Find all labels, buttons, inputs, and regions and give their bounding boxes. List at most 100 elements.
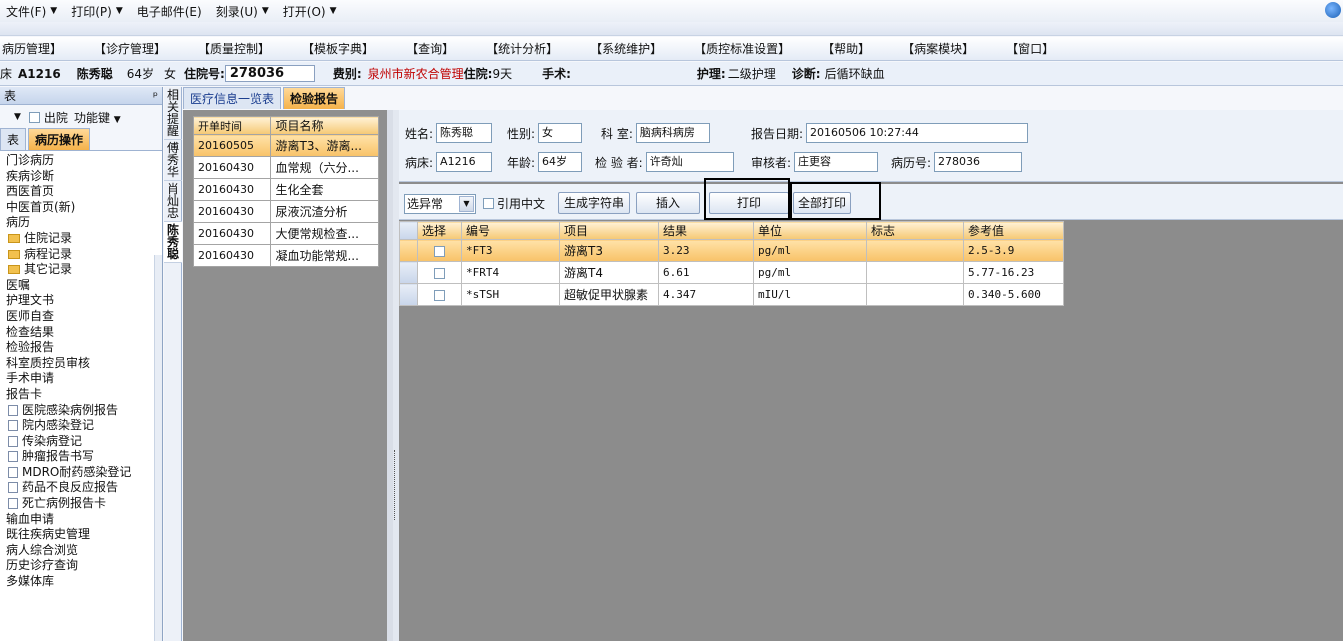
sex-field[interactable]: 女 [538,123,583,143]
menu-burn[interactable]: 刻录(U) ▼ [216,3,269,20]
tree-item[interactable]: 检查结果 [0,325,162,341]
system-menu-item[interactable]: 【系统维护】 [574,40,678,57]
system-menu-item[interactable]: 【统计分析】 [470,40,574,57]
column-header-order-time[interactable]: 开单时间 [192,116,272,135]
insert-button[interactable]: 插入 [636,192,700,214]
reviewer-field[interactable]: 庄更容 [794,152,879,172]
tree-item[interactable]: 报告卡 [0,387,162,403]
dropdown-arrow-icon[interactable]: ▼ [459,196,474,212]
tree-item[interactable]: 其它记录 [0,262,162,278]
tree-item[interactable]: 死亡病例报告卡 [0,496,162,512]
tree-item[interactable]: 输血申请 [0,512,162,528]
table-row[interactable]: 20160505 游离T3、游离... [192,134,379,157]
tree-item[interactable]: 传染病登记 [0,434,162,450]
tree-item[interactable]: 医院感染病例报告 [0,403,162,419]
table-row[interactable]: 20160430 尿液沉渣分析 [192,200,379,223]
splitter-grip-icon[interactable] [394,450,397,520]
system-menu-item[interactable]: 【诊疗管理】 [78,40,182,57]
tree-item[interactable]: 医师自查 [0,309,162,325]
tree-item[interactable]: 病历 [0,215,162,231]
tree-item[interactable]: 院内感染登记 [0,418,162,434]
system-menu-item[interactable]: 【质量控制】 [182,40,286,57]
column-header-code[interactable]: 编号 [461,221,560,240]
vertical-tab[interactable]: 傅秀华 [164,140,182,181]
dropdown-arrow-icon[interactable]: ▼ [262,6,269,16]
column-header-item[interactable]: 项目 [559,221,659,240]
system-menu-item[interactable]: 【模板字典】 [286,40,390,57]
menu-email[interactable]: 电子邮件(E) [137,3,202,20]
menu-file[interactable]: 文件(F) ▼ [6,3,57,20]
system-menu-item[interactable]: 【质控标准设置】 [678,40,806,57]
table-row[interactable]: 20160430 大便常规检查... [192,222,379,245]
table-row[interactable]: *FT3 游离T3 3.23 pg/ml 2.5-3.9 [399,239,1064,262]
table-row[interactable]: *FRT4 游离T4 6.61 pg/ml 5.77-16.23 [399,261,1064,284]
tree-item[interactable]: 病程记录 [0,247,162,263]
tree-item[interactable]: 医嘱 [0,278,162,294]
system-menu-item[interactable]: 【病案模块】 [886,40,990,57]
tab-medical-overview[interactable]: 医疗信息一览表 [183,87,282,109]
report-date-field[interactable]: 20160506 10:27:44 [806,123,1029,143]
chevron-down-icon[interactable]: ▼ [14,112,21,122]
tree-item[interactable]: 肿瘤报告书写 [0,449,162,465]
generate-string-button[interactable]: 生成字符串 [558,192,630,214]
tree-item[interactable]: 护理文书 [0,293,162,309]
function-key-button[interactable]: 功能键 ▼ [74,109,121,126]
dropdown-arrow-icon[interactable]: ▼ [116,6,123,16]
vertical-tab[interactable]: 相关提醒 [164,87,182,140]
vertical-tab[interactable]: 陈秀聪 [164,222,182,263]
tree-item[interactable]: 门诊病历 [0,153,162,169]
column-header-flag[interactable]: 标志 [866,221,964,240]
table-row[interactable]: 20160430 生化全套 [192,178,379,201]
filter-select[interactable]: 选异常 ▼ [404,194,476,214]
tree-item[interactable]: 手术申请 [0,371,162,387]
grid-corner[interactable] [399,221,418,240]
row-select-checkbox[interactable] [434,289,445,301]
dropdown-arrow-icon[interactable]: ▼ [330,6,337,16]
tree-item[interactable]: 既往疾病史管理 [0,527,162,543]
table-row[interactable]: 20160430 凝血功能常规... [192,244,379,267]
tree-item[interactable]: 科室质控员审核 [0,356,162,372]
left-panel-scrollbar[interactable] [154,255,162,641]
table-row[interactable]: 20160430 血常规（六分... [192,156,379,179]
tab-lab-report[interactable]: 检验报告 [283,87,346,109]
column-header-unit[interactable]: 单位 [753,221,867,240]
column-header-item-name[interactable]: 项目名称 [270,116,379,135]
cite-chinese-checkbox[interactable] [483,198,494,209]
row-select-checkbox[interactable] [434,245,445,257]
app-orb-icon[interactable] [1325,2,1341,18]
tree-item[interactable]: 检验报告 [0,340,162,356]
vertical-tab[interactable]: 肖灿忠 [164,181,182,222]
tree-item[interactable]: MDRO耐药感染登记 [0,465,162,481]
pin-icon[interactable]: ᵖ [153,89,158,103]
table-row[interactable]: *sTSH 超敏促甲状腺素 4.347 mIU/l 0.340-5.600 [399,283,1064,306]
dept-field[interactable]: 脑病科病房 [635,123,710,143]
system-menu-item[interactable]: 【帮助】 [806,40,886,57]
age-field[interactable]: 64岁 [538,152,583,172]
column-header-reference[interactable]: 参考值 [963,221,1064,240]
tester-field[interactable]: 许奇灿 [645,152,734,172]
tab-table[interactable]: 表 [0,128,27,150]
system-menu-item[interactable]: 【窗口】 [990,40,1070,57]
discharge-checkbox[interactable] [28,111,40,123]
tree-item[interactable]: 病人综合浏览 [0,543,162,559]
column-header-select[interactable]: 选择 [417,221,462,240]
tree-item[interactable]: 住院记录 [0,231,162,247]
tree-item[interactable]: 疾病诊断 [0,169,162,185]
system-menu-item[interactable]: 【查询】 [390,40,470,57]
tree-item[interactable]: 药品不良反应报告 [0,480,162,496]
bed-field[interactable]: A1216 [436,152,493,172]
row-select-checkbox[interactable] [434,267,445,279]
tab-record-operations[interactable]: 病历操作 [28,128,91,150]
row-header[interactable] [399,283,418,306]
menu-print[interactable]: 打印(P) ▼ [71,3,123,20]
tree-item[interactable]: 多媒体库 [0,574,162,590]
column-header-result[interactable]: 结果 [658,221,754,240]
dropdown-arrow-icon[interactable]: ▼ [50,6,57,16]
system-menu-item[interactable]: 病历管理】 [0,40,78,57]
tree-item[interactable]: 西医首页 [0,184,162,200]
row-header[interactable] [399,239,418,262]
menu-open[interactable]: 打开(O) ▼ [283,3,337,20]
tree-item[interactable]: 历史诊疗查询 [0,558,162,574]
record-number-field[interactable]: 278036 [934,152,1023,172]
name-field[interactable]: 陈秀聪 [436,123,493,143]
